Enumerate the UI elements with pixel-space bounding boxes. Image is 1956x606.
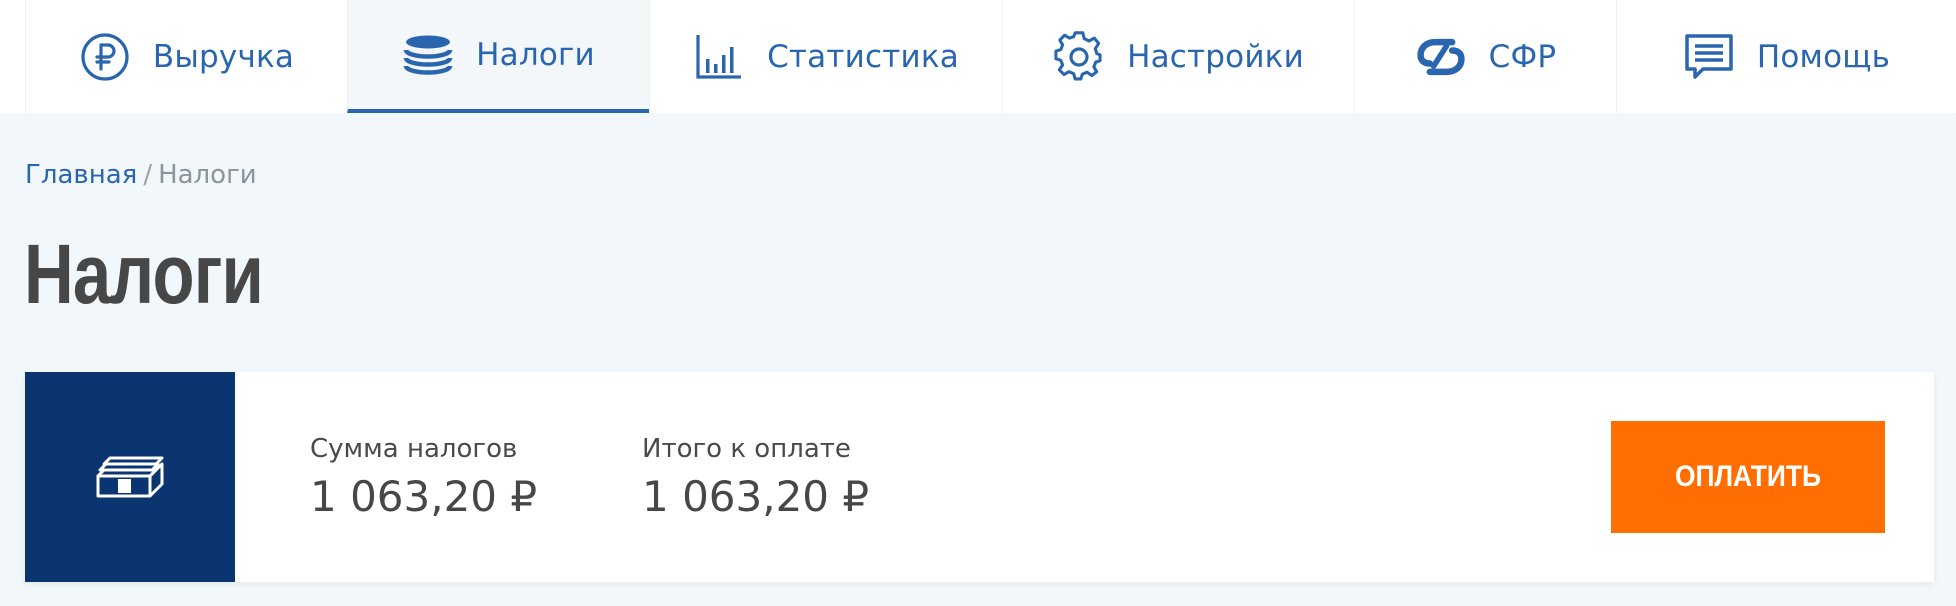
nav-item-statistics[interactable]: Статистика <box>649 0 1002 113</box>
nav-label: Статистика <box>767 38 959 75</box>
breadcrumb-current: Налоги <box>158 160 257 190</box>
total-to-pay-value: 1 063,20 ₽ <box>642 472 870 521</box>
nav-item-help[interactable]: Помощь <box>1616 0 1956 113</box>
tax-sum-block: Сумма налогов 1 063,20 ₽ <box>310 434 537 521</box>
nav-label: СФР <box>1488 38 1557 75</box>
pay-button[interactable]: ОПЛАТИТЬ <box>1611 421 1885 533</box>
nav-label: Налоги <box>476 36 595 73</box>
tax-sum-label: Сумма налогов <box>310 434 518 464</box>
nav-item-taxes[interactable]: Налоги <box>347 0 649 113</box>
banknotes-icon <box>25 372 235 582</box>
top-navigation: Выручка Налоги Статистика Настройки СФР … <box>0 0 1956 113</box>
ruble-icon <box>79 31 131 83</box>
bar-chart-icon <box>693 31 745 83</box>
nav-label: Настройки <box>1127 38 1304 75</box>
nav-label: Выручка <box>152 38 295 75</box>
coins-stack-icon <box>402 29 454 81</box>
page-title: Налоги <box>24 227 264 321</box>
total-to-pay-label: Итого к оплате <box>642 434 851 464</box>
taxes-summary-card: Сумма налогов 1 063,20 ₽ Итого к оплате … <box>25 372 1934 582</box>
pay-button-label: ОПЛАТИТЬ <box>1675 460 1821 493</box>
breadcrumb-separator: / <box>143 160 153 190</box>
breadcrumb: Главная / Налоги <box>25 160 257 190</box>
nav-label: Помощь <box>1756 38 1891 75</box>
tax-sum-value: 1 063,20 ₽ <box>310 472 538 521</box>
total-to-pay-block: Итого к оплате 1 063,20 ₽ <box>642 434 869 521</box>
nav-item-revenue[interactable]: Выручка <box>25 0 347 113</box>
help-chat-icon <box>1683 31 1735 83</box>
sfr-logo-icon <box>1415 31 1467 83</box>
breadcrumb-home-link[interactable]: Главная <box>25 160 137 190</box>
nav-item-sfr[interactable]: СФР <box>1354 0 1616 113</box>
nav-item-settings[interactable]: Настройки <box>1002 0 1354 113</box>
gear-icon <box>1053 30 1105 83</box>
